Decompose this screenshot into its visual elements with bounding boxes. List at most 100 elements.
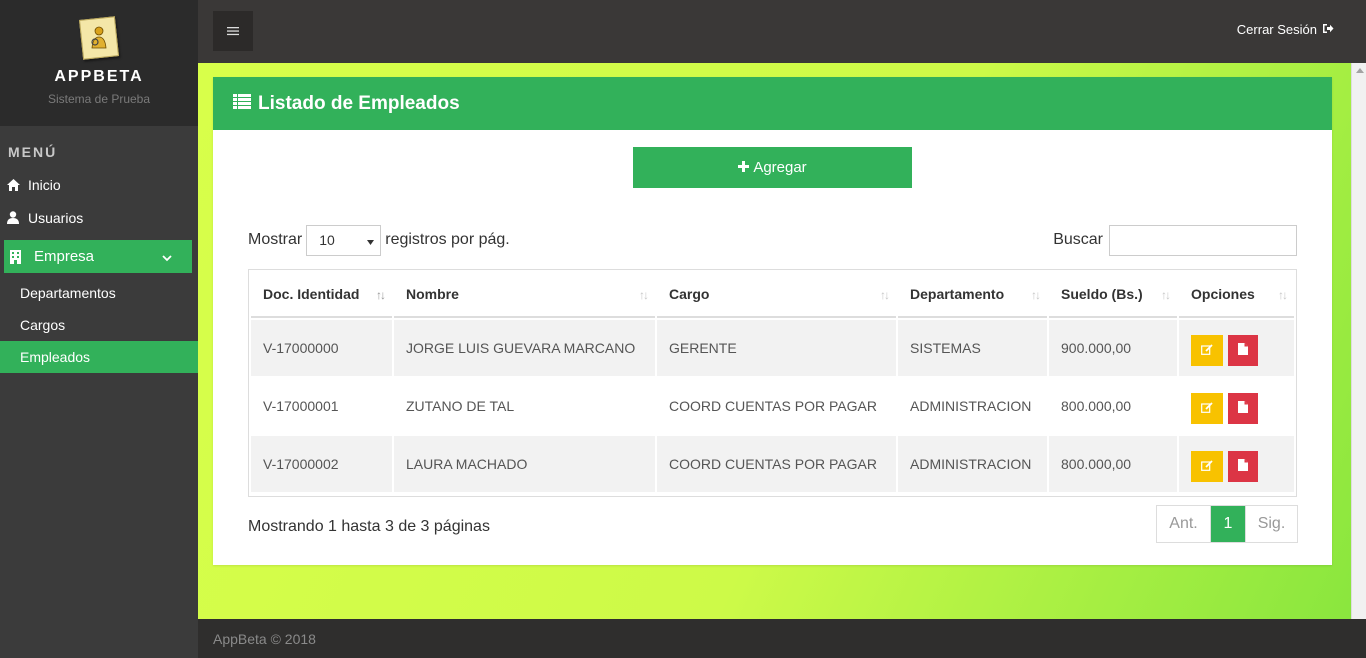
cell-nombre: LAURA MACHADO <box>394 436 655 492</box>
edit-icon <box>1201 458 1213 474</box>
sidebar-item-inicio[interactable]: Inicio <box>0 168 198 201</box>
cell-cargo: COORD CUENTAS POR PAGAR <box>657 378 896 434</box>
employees-table: Doc. Identidad ↑↓ Nombre ↑↓ Cargo ↑↓ Depart… <box>249 270 1296 494</box>
file-icon <box>1238 342 1248 358</box>
cell-opciones <box>1179 378 1294 434</box>
search-input[interactable] <box>1109 224 1297 256</box>
column-header-cargo[interactable]: Cargo ↑↓ <box>657 272 896 318</box>
cell-opciones <box>1179 320 1294 376</box>
pagination-page-button[interactable]: 1 <box>1211 506 1245 542</box>
building-icon <box>10 249 24 264</box>
cell-sueldo: 800.000,00 <box>1049 378 1177 434</box>
main-content: Listado de Empleados Agregar Mostrar 10 … <box>198 63 1351 619</box>
cell-doc: V-17000002 <box>251 436 392 492</box>
panel-header: Listado de Empleados <box>213 77 1332 130</box>
column-label: Nombre <box>406 286 459 302</box>
edit-button[interactable] <box>1191 450 1223 482</box>
document-button[interactable] <box>1228 392 1258 424</box>
column-label: Sueldo (Bs.) <box>1061 286 1143 302</box>
employees-panel: Listado de Empleados Agregar Mostrar 10 … <box>213 77 1332 565</box>
add-button-label: Agregar <box>753 159 807 176</box>
sidebar: APPBETA Sistema de Prueba MENÚ Inicio Us… <box>0 0 198 658</box>
column-header-nombre[interactable]: Nombre ↑↓ <box>394 272 655 318</box>
table-controls: Mostrar 10 registros por pág. Buscar <box>248 224 1297 256</box>
sidebar-group-empresa[interactable]: Empresa <box>4 240 192 273</box>
sidebar-item-usuarios[interactable]: Usuarios <box>0 201 198 234</box>
plus-icon <box>738 159 750 176</box>
column-header-opciones[interactable]: Opciones ↑↓ <box>1179 272 1294 318</box>
hamburger-icon <box>227 23 239 39</box>
sidebar-group-label: Empresa <box>34 248 95 265</box>
sidebar-item-label: Inicio <box>28 176 61 193</box>
edit-icon <box>1201 342 1213 358</box>
menu-header: MENÚ <box>8 144 58 160</box>
page-size-select[interactable]: 10 <box>306 224 382 256</box>
cell-departamento: ADMINISTRACION <box>898 378 1047 434</box>
table-row: V-17000002 LAURA MACHADO COORD CUENTAS P… <box>251 436 1294 492</box>
column-label: Doc. Identidad <box>263 286 360 302</box>
cell-doc: V-17000001 <box>251 378 392 434</box>
cell-doc: V-17000000 <box>251 320 392 376</box>
cell-opciones <box>1179 436 1294 492</box>
edit-icon <box>1201 400 1213 416</box>
cell-nombre: ZUTANO DE TAL <box>394 378 655 434</box>
user-icon <box>6 211 20 225</box>
column-label: Cargo <box>669 286 710 302</box>
show-label: Mostrar <box>248 231 303 248</box>
scroll-up-arrow-icon[interactable] <box>1356 68 1364 73</box>
column-label: Departamento <box>910 286 1005 302</box>
edit-button[interactable] <box>1191 392 1223 424</box>
sign-out-icon <box>1322 22 1334 37</box>
cell-sueldo: 900.000,00 <box>1049 320 1177 376</box>
cell-cargo: COORD CUENTAS POR PAGAR <box>657 436 896 492</box>
sort-icon: ↑↓ <box>880 288 890 302</box>
search-label: Buscar <box>1053 231 1103 248</box>
column-header-doc[interactable]: Doc. Identidad ↑↓ <box>251 272 392 318</box>
sort-icon: ↑↓ <box>1278 288 1288 302</box>
brand: APPBETA Sistema de Prueba <box>0 0 198 126</box>
sort-icon: ↑↓ <box>1161 288 1171 302</box>
cell-departamento: ADMINISTRACION <box>898 436 1047 492</box>
add-button[interactable]: Agregar <box>633 147 912 188</box>
sort-icon: ↑↓ <box>639 288 649 302</box>
document-button[interactable] <box>1228 334 1258 366</box>
page-size-value: 10 <box>319 232 335 248</box>
footer-text: AppBeta © 2018 <box>213 630 316 647</box>
cell-nombre: JORGE LUIS GUEVARA MARCANO <box>394 320 655 376</box>
logout-label: Cerrar Sesión <box>1236 22 1317 37</box>
caret-down-icon <box>367 232 375 248</box>
logout-link[interactable]: Cerrar Sesión <box>1237 22 1334 37</box>
table-row: V-17000001 ZUTANO DE TAL COORD CUENTAS P… <box>251 378 1294 434</box>
sidebar-item-departamentos[interactable]: Departamentos <box>0 277 198 309</box>
sidebar-item-cargos[interactable]: Cargos <box>0 309 198 341</box>
page-size-control: Mostrar 10 registros por pág. <box>248 224 510 256</box>
file-icon <box>1238 458 1248 474</box>
app-logo[interactable] <box>77 16 121 60</box>
sidebar-item-empleados[interactable]: Empleados <box>0 341 198 373</box>
footer: AppBeta © 2018 <box>198 619 1366 658</box>
sort-icon: ↑↓ <box>376 288 386 302</box>
file-icon <box>1238 400 1248 416</box>
pagination-prev-button[interactable]: Ant. <box>1157 506 1211 542</box>
cell-sueldo: 800.000,00 <box>1049 436 1177 492</box>
pagination: Ant. 1 Sig. <box>1156 505 1298 543</box>
topbar: Cerrar Sesión <box>198 0 1366 63</box>
cell-cargo: GERENTE <box>657 320 896 376</box>
column-label: Opciones <box>1191 286 1255 302</box>
page-title: Listado de Empleados <box>258 92 460 114</box>
column-header-departamento[interactable]: Departamento ↑↓ <box>898 272 1047 318</box>
vertical-scrollbar[interactable] <box>1351 63 1366 619</box>
chevron-down-icon <box>162 249 172 265</box>
app-subtitle: Sistema de Prueba <box>47 92 151 106</box>
sidebar-item-label: Usuarios <box>28 209 84 226</box>
edit-button[interactable] <box>1191 334 1223 366</box>
document-button[interactable] <box>1228 450 1258 482</box>
menu-toggle-button[interactable] <box>213 11 253 51</box>
pagination-next-button[interactable]: Sig. <box>1245 506 1297 542</box>
home-icon <box>6 178 20 192</box>
column-header-sueldo[interactable]: Sueldo (Bs.) ↑↓ <box>1049 272 1177 318</box>
list-icon <box>233 93 251 115</box>
table-row: V-17000000 JORGE LUIS GUEVARA MARCANO GE… <box>251 320 1294 376</box>
search-control: Buscar <box>1053 224 1297 256</box>
sort-icon: ↑↓ <box>1031 288 1041 302</box>
